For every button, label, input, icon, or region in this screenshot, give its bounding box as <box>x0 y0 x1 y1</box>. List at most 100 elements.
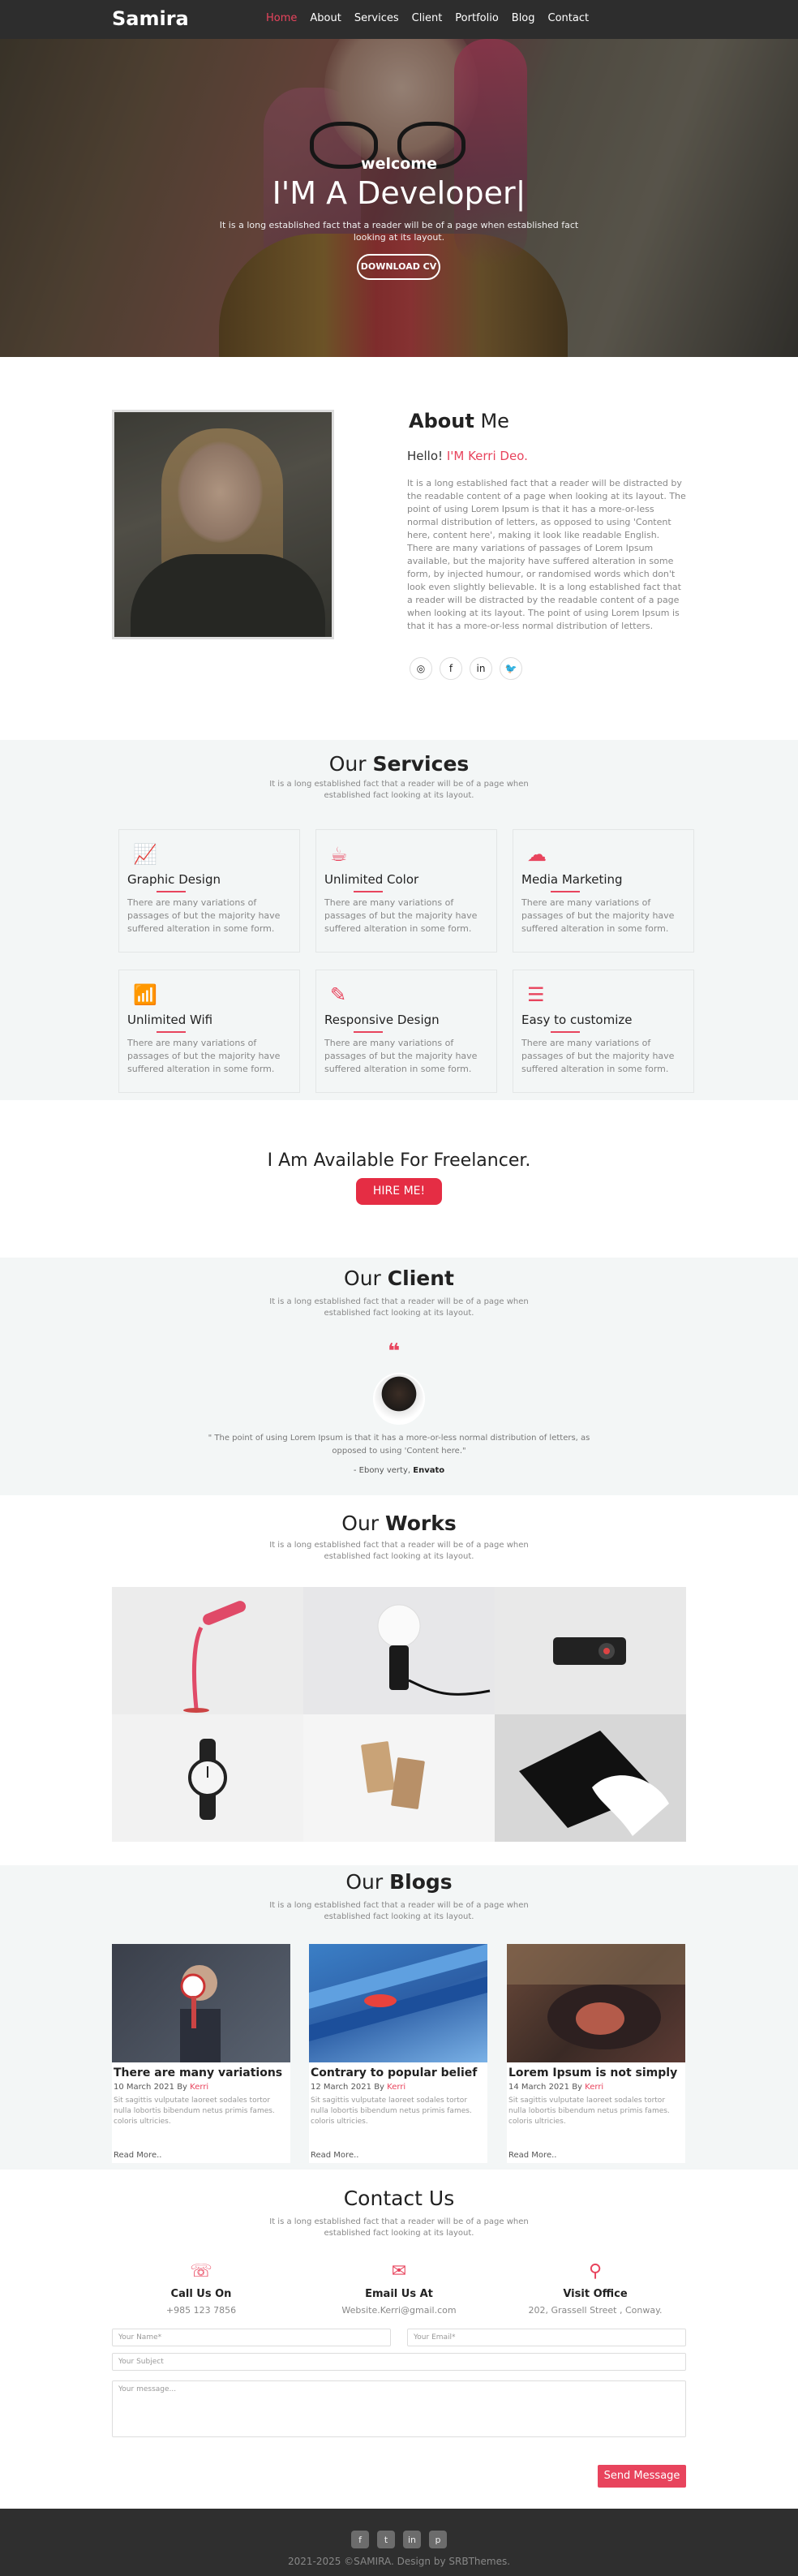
facebook-icon[interactable]: f <box>351 2531 369 2548</box>
about-photo <box>112 410 334 639</box>
contact-info-phone: ☏ Call Us On +985 123 7856 <box>104 2260 298 2316</box>
portfolio-item-camera[interactable] <box>495 1587 686 1714</box>
edit-icon: ✎ <box>330 983 347 1006</box>
hero-welcome: welcome <box>361 155 437 173</box>
services-subtitle: It is a long established fact that a rea… <box>269 780 529 800</box>
blog-post-date: 10 March 2021 By Kerri <box>114 2083 209 2092</box>
download-cv-button[interactable]: DOWNLOAD CV <box>357 254 440 280</box>
blog-post: Lorem Ipsum is not simply 14 March 2021 … <box>507 1944 685 2163</box>
message-field[interactable]: Your message... <box>112 2380 686 2437</box>
portfolio-item-lamp[interactable] <box>112 1587 303 1714</box>
blog-post-image[interactable] <box>112 1944 290 2062</box>
service-card: 📈 Graphic Design There are many variatio… <box>118 829 300 953</box>
contact-info-label: Email Us At <box>365 2288 433 2300</box>
works-section: Our Works It is a long established fact … <box>0 1495 798 1865</box>
service-title: Media Marketing <box>521 872 623 887</box>
footer-socials: f t in p <box>351 2531 447 2548</box>
blog-post-date: 12 March 2021 By Kerri <box>311 2083 406 2092</box>
service-text: There are many variations of passages of… <box>324 1038 478 1074</box>
service-title: Graphic Design <box>127 872 221 887</box>
send-message-button[interactable]: Send Message <box>598 2465 686 2488</box>
linkedin-icon[interactable]: in <box>470 657 492 680</box>
read-more-link[interactable]: Read More.. <box>508 2151 556 2160</box>
client-author: - Ebony verty, Envato <box>353 1466 445 1475</box>
chart-icon: 📈 <box>133 843 157 866</box>
service-card: ☁ Media Marketing There are many variati… <box>513 829 694 953</box>
client-quote: " The point of using Lorem Ipsum is that… <box>208 1434 590 1456</box>
nav-menu: Home About Services Client Portfolio Blo… <box>266 12 589 24</box>
nav-item-portfolio[interactable]: Portfolio <box>455 12 498 24</box>
portfolio-grid <box>112 1587 686 1842</box>
nav-item-services[interactable]: Services <box>354 12 399 24</box>
brand-logo[interactable]: Samira <box>112 7 189 30</box>
linkedin-icon[interactable]: in <box>403 2531 421 2548</box>
nav-item-about[interactable]: About <box>310 12 341 24</box>
nav-item-client[interactable]: Client <box>412 12 443 24</box>
about-section: About Me Hello! I'M Kerri Deo. It is a l… <box>0 357 798 740</box>
contact-info-label: Call Us On <box>170 2288 232 2300</box>
service-text: There are many variations of passages of… <box>324 897 478 934</box>
subject-field[interactable]: Your Subject <box>112 2353 686 2371</box>
works-heading: Our Works <box>341 1512 457 1535</box>
service-card: ✎ Responsive Design There are many varia… <box>315 970 497 1093</box>
location-icon: ⚲ <box>588 2261 603 2281</box>
mail-icon: ✉ <box>391 2261 407 2281</box>
portfolio-item-envelope[interactable] <box>495 1714 686 1842</box>
blog-post-title[interactable]: There are many variations <box>114 2066 282 2079</box>
hero-title: I'M A Developer| <box>272 175 526 211</box>
client-section: Our Client It is a long established fact… <box>0 1258 798 1495</box>
blog-post-excerpt: Sit sagittis vulputate laoreet sodales t… <box>311 2096 472 2126</box>
phone-icon: ☏ <box>190 2261 212 2281</box>
service-text: There are many variations of passages of… <box>521 897 675 934</box>
blog-post-image[interactable] <box>309 1944 487 2062</box>
contact-info-email: ✉ Email Us At Website.Kerri@gmail.com <box>302 2260 496 2316</box>
works-subtitle: It is a long established fact that a rea… <box>269 1541 529 1561</box>
nav-item-blog[interactable]: Blog <box>512 12 535 24</box>
copyright: 2021-2025 ©SAMIRA. Design by SRBThemes. <box>287 2556 511 2567</box>
twitter-icon[interactable]: 🐦 <box>500 657 522 680</box>
dribbble-icon[interactable]: ◎ <box>410 657 432 680</box>
service-title: Easy to customize <box>521 1013 633 1027</box>
blog-post-image[interactable] <box>507 1944 685 2062</box>
service-text: There are many variations of passages of… <box>127 897 281 934</box>
service-title: Unlimited Wifi <box>127 1013 213 1027</box>
service-card: ☕ Unlimited Color There are many variati… <box>315 829 497 953</box>
about-socials: ◎ f in 🐦 <box>410 657 522 680</box>
freelance-section: I Am Available For Freelancer. HIRE ME! <box>0 1100 798 1258</box>
portfolio-item-watch[interactable] <box>112 1714 303 1842</box>
contact-info-value: 202, Grassell Street , Conway. <box>528 2305 663 2316</box>
hero-section: welcome I'M A Developer| It is a long es… <box>0 39 798 357</box>
freelance-heading: I Am Available For Freelancer. <box>267 1150 531 1171</box>
quote-icon: ❝ <box>388 1340 401 1364</box>
blog-post-excerpt: Sit sagittis vulputate laoreet sodales t… <box>114 2096 275 2126</box>
cloud-upload-icon: ☁ <box>527 843 547 866</box>
name-field[interactable]: Your Name* <box>112 2329 391 2346</box>
twitter-icon[interactable]: t <box>377 2531 395 2548</box>
read-more-link[interactable]: Read More.. <box>311 2151 358 2160</box>
service-text: There are many variations of passages of… <box>521 1038 675 1074</box>
blog-post-title[interactable]: Contrary to popular belief <box>311 2066 477 2079</box>
facebook-icon[interactable]: f <box>440 657 462 680</box>
service-text: There are many variations of passages of… <box>127 1038 281 1074</box>
navbar: Samira Home About Services Client Portfo… <box>0 0 798 39</box>
blog-post-title[interactable]: Lorem Ipsum is not simply <box>508 2066 677 2079</box>
portfolio-item-bulb[interactable] <box>303 1587 495 1714</box>
blogs-section: Our Blogs It is a long established fact … <box>0 1865 798 2170</box>
portfolio-item-cards[interactable] <box>303 1714 495 1842</box>
services-section: Our Services It is a long established fa… <box>0 740 798 1100</box>
blog-post: Contrary to popular belief 12 March 2021… <box>309 1944 487 2163</box>
blog-post: There are many variations 10 March 2021 … <box>112 1944 290 2163</box>
client-avatar <box>373 1373 425 1425</box>
read-more-link[interactable]: Read More.. <box>114 2151 161 2160</box>
nav-item-home[interactable]: Home <box>266 12 297 24</box>
footer: f t in p 2021-2025 ©SAMIRA. Design by SR… <box>0 2509 798 2576</box>
hire-me-button[interactable]: HIRE ME! <box>356 1178 442 1205</box>
about-heading: About Me <box>409 410 509 432</box>
contact-heading: Contact Us <box>343 2187 455 2210</box>
wifi-icon: 📶 <box>133 983 157 1006</box>
nav-item-contact[interactable]: Contact <box>548 12 590 24</box>
blog-post-date: 14 March 2021 By Kerri <box>508 2083 604 2092</box>
email-field[interactable]: Your Email* <box>407 2329 686 2346</box>
pinterest-icon[interactable]: p <box>429 2531 447 2548</box>
contact-subtitle: It is a long established fact that a rea… <box>269 2217 529 2238</box>
